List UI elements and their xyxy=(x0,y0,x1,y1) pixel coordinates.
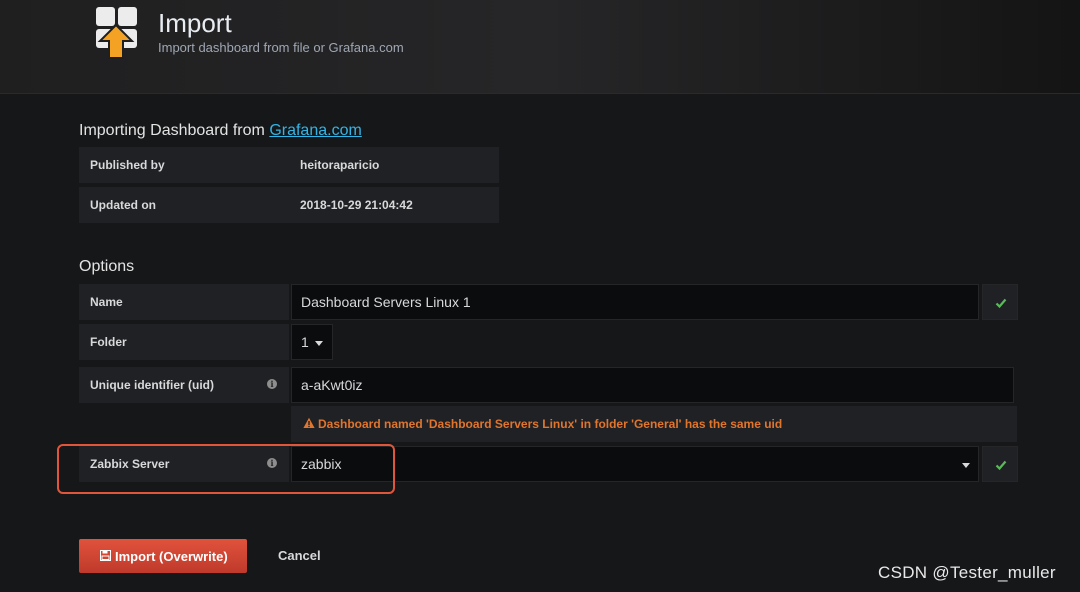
name-input-value: Dashboard Servers Linux 1 xyxy=(301,294,471,310)
updated-on-value: 2018-10-29 21:04:42 xyxy=(300,198,413,212)
uid-label: Unique identifier (uid) xyxy=(90,378,214,392)
updated-on-row: Updated on 2018-10-29 21:04:42 xyxy=(79,187,499,223)
page-title: Import xyxy=(158,8,232,38)
import-source-heading: Importing Dashboard from Grafana.com xyxy=(79,122,362,140)
page-subtitle: Import dashboard from file or Grafana.co… xyxy=(158,40,404,55)
options-heading: Options xyxy=(79,258,135,275)
updated-on-label: Updated on xyxy=(90,198,156,212)
published-by-label: Published by xyxy=(90,158,165,172)
watermark: CSDN @Tester_muller xyxy=(878,563,1056,582)
warning-icon xyxy=(303,417,315,428)
uid-input-value: a-aKwt0iz xyxy=(301,377,363,393)
name-input[interactable]: Dashboard Servers Linux 1 xyxy=(291,284,979,320)
info-icon[interactable]: i xyxy=(267,379,277,389)
import-overwrite-button[interactable]: Import (Overwrite) xyxy=(79,539,247,573)
uid-input[interactable]: a-aKwt0iz xyxy=(291,367,1014,403)
cancel-button[interactable]: Cancel xyxy=(278,548,321,563)
check-icon xyxy=(995,460,1007,471)
save-icon xyxy=(100,550,111,561)
check-icon xyxy=(995,298,1007,309)
uid-warning: Dashboard named 'Dashboard Servers Linux… xyxy=(291,406,1017,442)
published-by-row: Published by heitoraparicio xyxy=(79,147,499,183)
zabbix-valid-check xyxy=(982,446,1018,482)
import-source-prefix: Importing Dashboard from xyxy=(79,122,270,139)
chevron-down-icon xyxy=(315,341,323,346)
name-label: Name xyxy=(90,295,123,309)
folder-select-value: 1 xyxy=(301,334,309,350)
import-dashboard-icon xyxy=(94,7,142,59)
published-by-value: heitoraparicio xyxy=(300,158,380,172)
name-valid-check xyxy=(982,284,1018,320)
folder-label: Folder xyxy=(90,335,127,349)
import-button-label: Import (Overwrite) xyxy=(115,549,228,564)
annotation-highlight-box xyxy=(57,444,395,494)
folder-select[interactable]: 1 xyxy=(291,324,333,360)
name-label-cell: Name xyxy=(79,284,289,320)
uid-warning-text: Dashboard named 'Dashboard Servers Linux… xyxy=(318,417,783,431)
page-header: Import Import dashboard from file or Gra… xyxy=(0,0,1080,94)
grafana-link[interactable]: Grafana.com xyxy=(269,122,361,139)
folder-label-cell: Folder xyxy=(79,324,289,360)
chevron-down-icon xyxy=(962,463,970,468)
uid-label-cell: Unique identifier (uid) i xyxy=(79,367,289,403)
